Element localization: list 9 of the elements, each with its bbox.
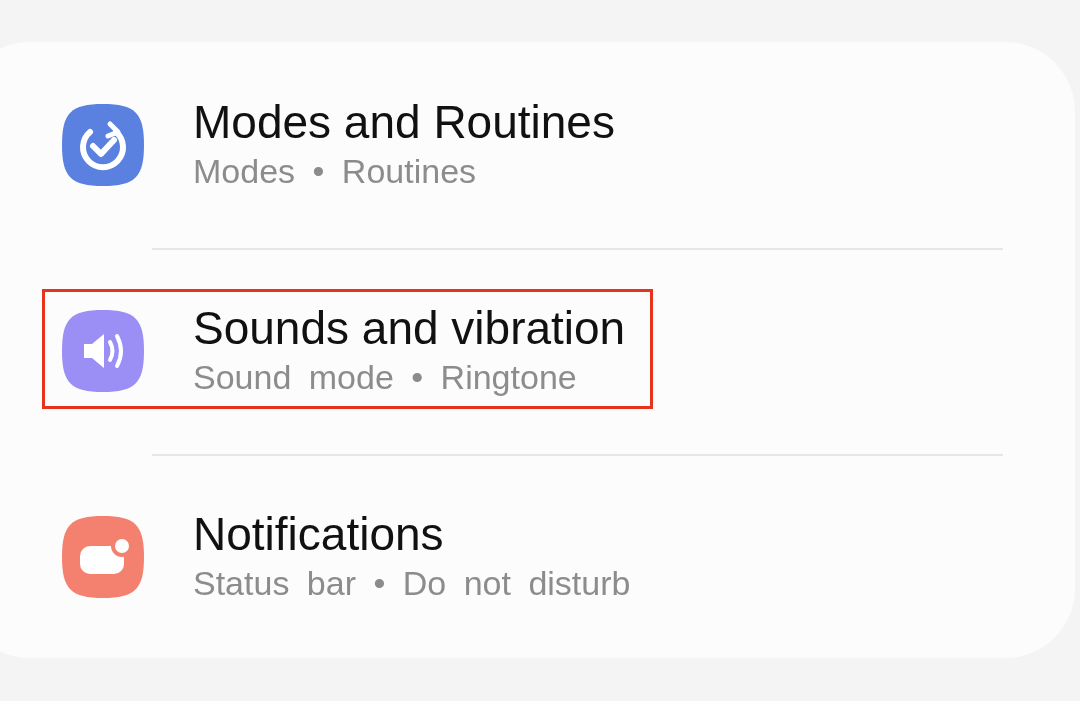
setting-summary: Modes • Routines	[193, 151, 478, 193]
settings-row[interactable]: Sounds and vibration Sound mode • Ringtone	[42, 289, 654, 409]
setting-summary: Status bar • Do not disturb	[193, 563, 631, 605]
settings-row[interactable]: Modes and Routines Modes • Routines	[42, 83, 643, 203]
setting-title: Sounds and vibration	[193, 302, 626, 356]
setting-title: Modes and Routines	[193, 96, 615, 150]
setting-title: Notifications	[193, 508, 445, 562]
setting-summary: Sound mode • Ringtone	[193, 357, 578, 399]
settings-row[interactable]: Notifications Status bar • Do not disturb	[42, 495, 659, 615]
